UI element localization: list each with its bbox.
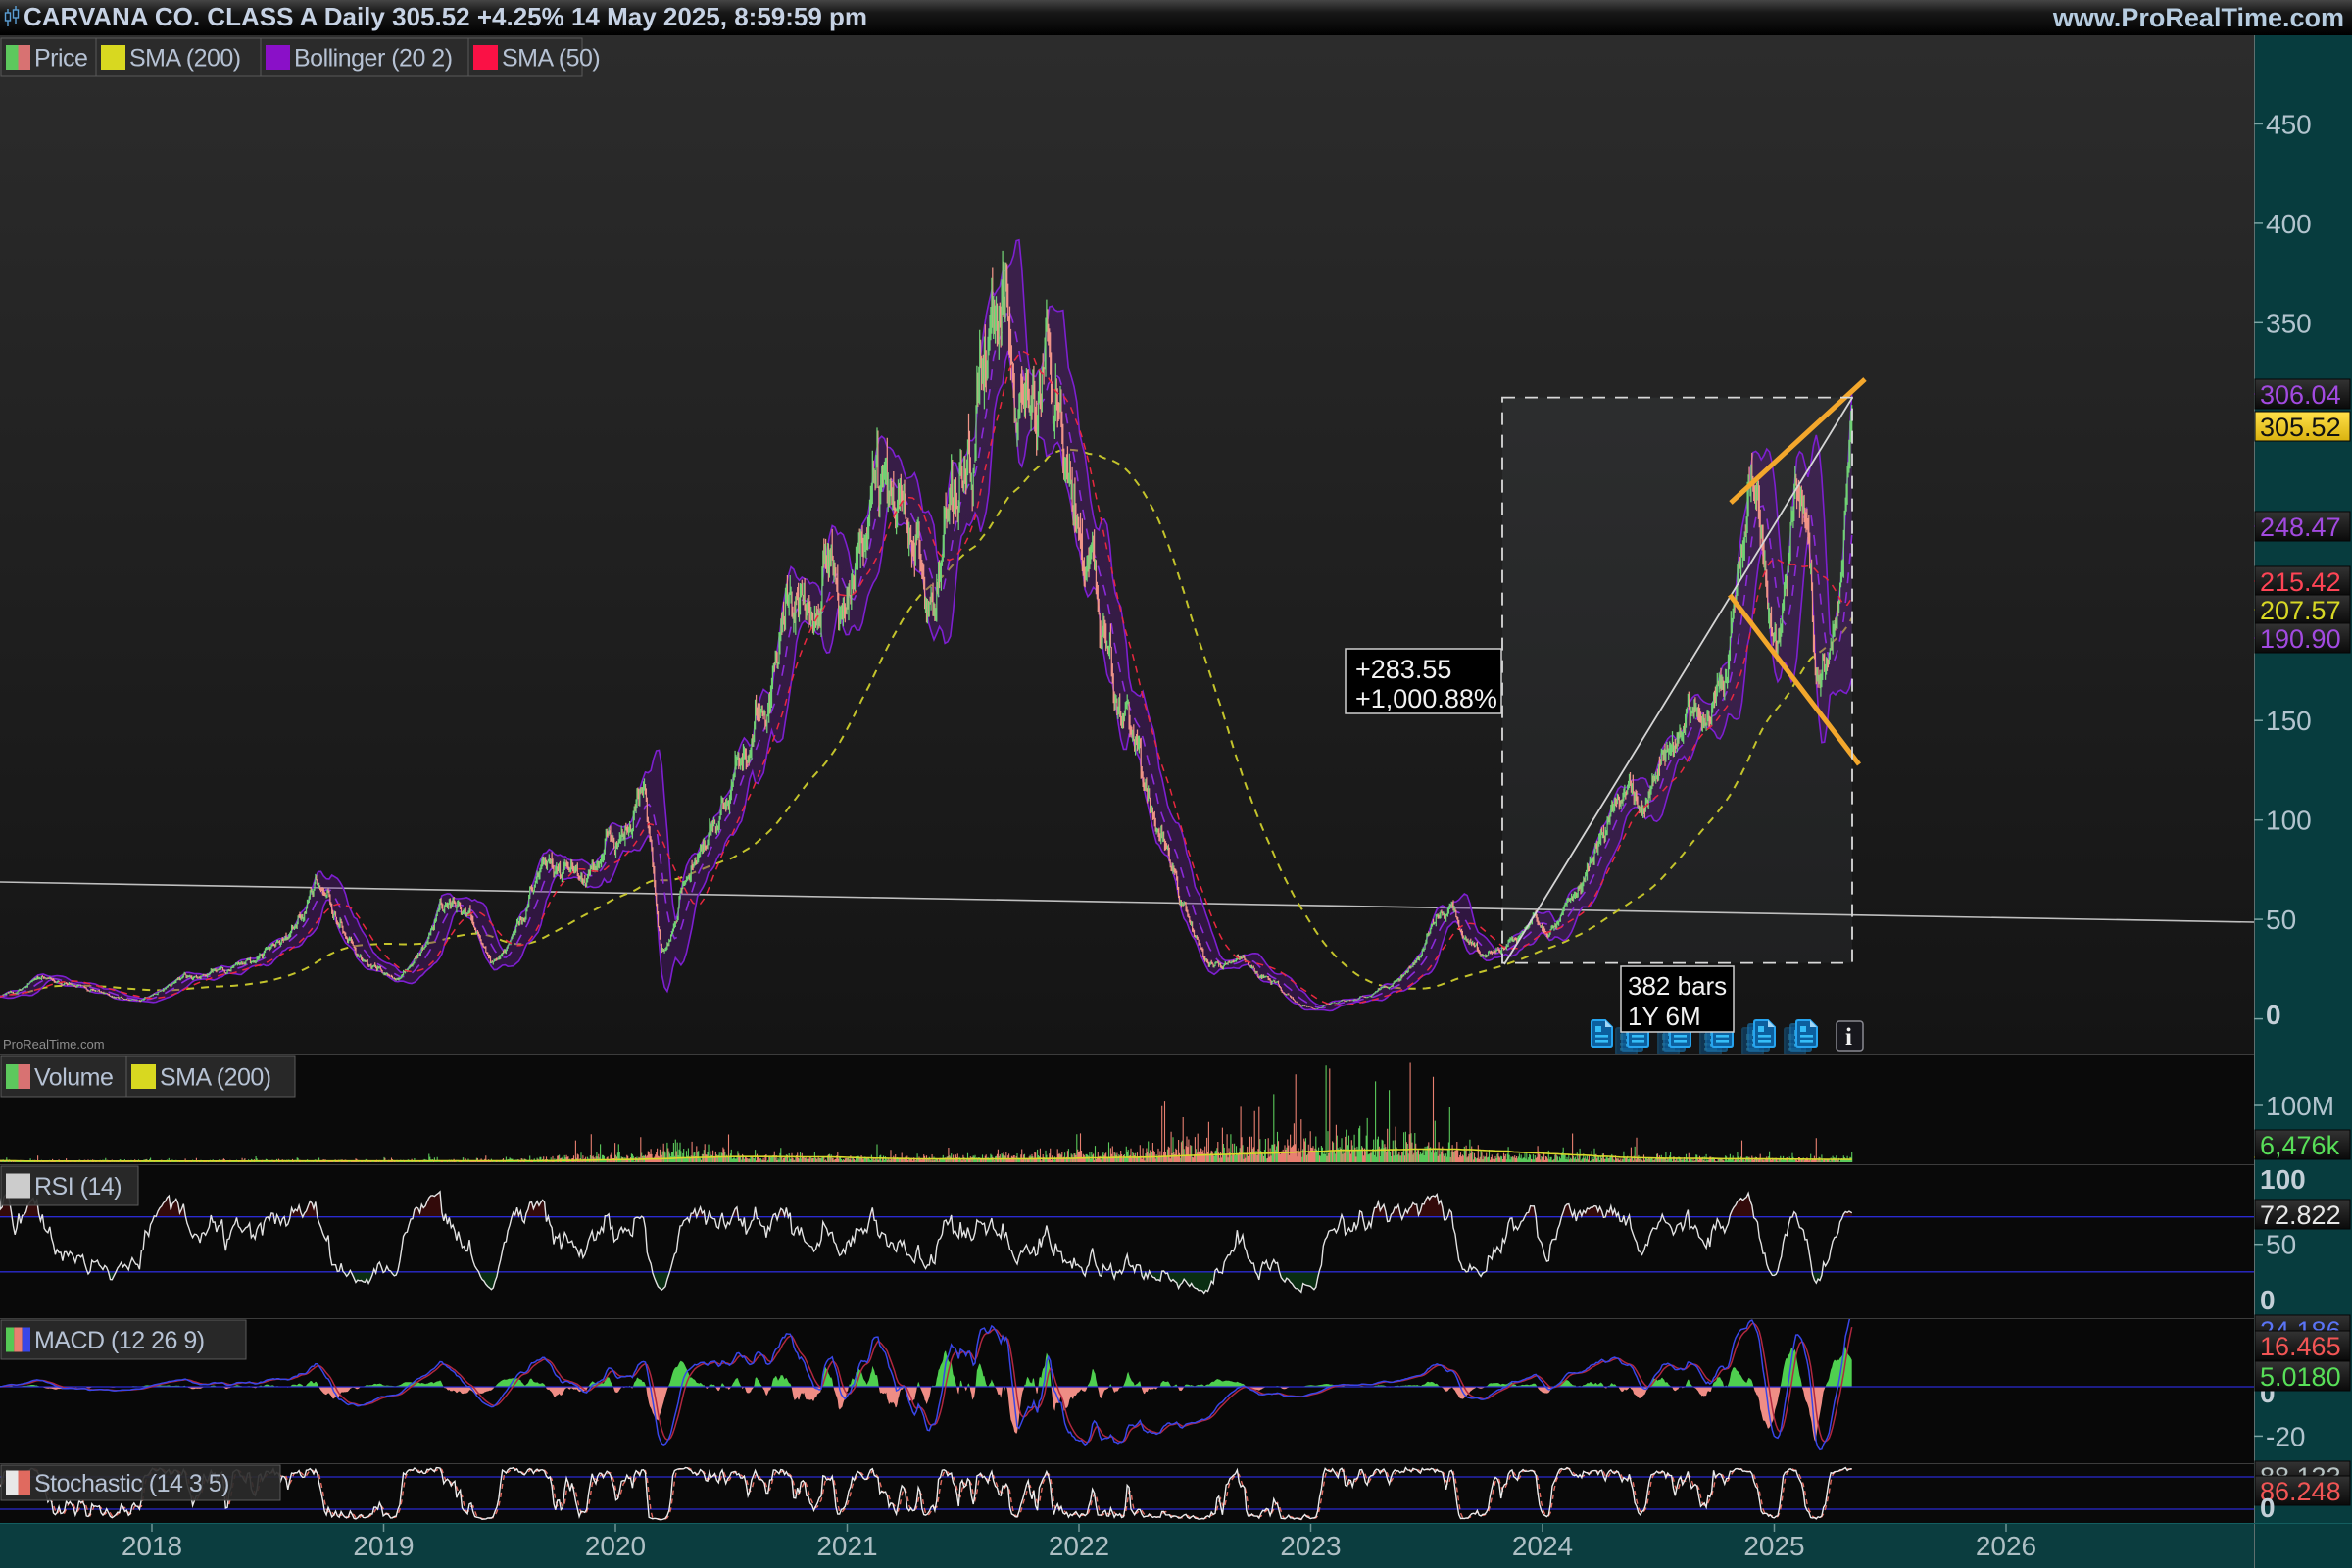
svg-text:305.52: 305.52 bbox=[2260, 413, 2341, 442]
svg-text:1Y 6M: 1Y 6M bbox=[1628, 1002, 1701, 1031]
svg-text:SMA (200): SMA (200) bbox=[160, 1064, 271, 1092]
svg-text:190.90: 190.90 bbox=[2260, 624, 2341, 654]
svg-text:0: 0 bbox=[2266, 1000, 2281, 1030]
svg-text:215.42: 215.42 bbox=[2260, 567, 2341, 597]
svg-text:MACD (12 26 9): MACD (12 26 9) bbox=[34, 1327, 205, 1354]
svg-text:Bollinger (20 2): Bollinger (20 2) bbox=[294, 45, 453, 73]
svg-text:2018: 2018 bbox=[122, 1531, 182, 1561]
svg-text:RSI (14): RSI (14) bbox=[34, 1173, 122, 1200]
svg-text:50: 50 bbox=[2266, 905, 2296, 935]
svg-text:72.822: 72.822 bbox=[2260, 1200, 2341, 1230]
svg-text:400: 400 bbox=[2266, 209, 2312, 239]
svg-text:-20: -20 bbox=[2266, 1421, 2305, 1451]
svg-text:0: 0 bbox=[2260, 1493, 2276, 1523]
svg-text:SMA (200): SMA (200) bbox=[129, 45, 241, 73]
svg-text:350: 350 bbox=[2266, 308, 2312, 338]
svg-text:450: 450 bbox=[2266, 109, 2312, 139]
svg-text:306.04: 306.04 bbox=[2260, 380, 2341, 410]
svg-text:2025: 2025 bbox=[1743, 1531, 1804, 1561]
svg-text:2024: 2024 bbox=[1512, 1531, 1573, 1561]
svg-text:6,476k: 6,476k bbox=[2260, 1131, 2340, 1160]
svg-text:SMA (50): SMA (50) bbox=[502, 45, 600, 73]
svg-text:ProRealTime.com: ProRealTime.com bbox=[3, 1037, 105, 1052]
svg-text:+283.55: +283.55 bbox=[1355, 655, 1451, 684]
svg-text:2023: 2023 bbox=[1280, 1531, 1341, 1561]
svg-text:2021: 2021 bbox=[816, 1531, 877, 1561]
svg-text:100: 100 bbox=[2260, 1164, 2306, 1195]
svg-text:Price: Price bbox=[34, 45, 87, 73]
svg-text:382 bars: 382 bars bbox=[1628, 971, 1727, 1001]
svg-text:+1,000.88%: +1,000.88% bbox=[1355, 684, 1497, 713]
svg-text:207.57: 207.57 bbox=[2260, 596, 2341, 625]
svg-text:100M: 100M bbox=[2266, 1091, 2334, 1121]
svg-text:2019: 2019 bbox=[353, 1531, 414, 1561]
svg-text:Stochastic (14 3 5): Stochastic (14 3 5) bbox=[34, 1470, 229, 1497]
svg-text:Volume: Volume bbox=[34, 1064, 113, 1092]
svg-text:i: i bbox=[1845, 1024, 1852, 1051]
svg-text:2020: 2020 bbox=[585, 1531, 646, 1561]
svg-text:5.0180: 5.0180 bbox=[2260, 1362, 2341, 1392]
svg-text:50: 50 bbox=[2266, 1230, 2296, 1260]
svg-text:248.47: 248.47 bbox=[2260, 513, 2341, 542]
svg-text:0: 0 bbox=[2260, 1285, 2276, 1315]
svg-text:150: 150 bbox=[2266, 706, 2312, 736]
svg-text:2026: 2026 bbox=[1976, 1531, 2036, 1561]
svg-text:www.ProRealTime.com: www.ProRealTime.com bbox=[2052, 3, 2344, 32]
svg-text:16.465: 16.465 bbox=[2260, 1332, 2341, 1361]
svg-text:100: 100 bbox=[2266, 806, 2312, 836]
svg-text:2022: 2022 bbox=[1049, 1531, 1109, 1561]
svg-text:CARVANA CO. CLASS A Daily 305.: CARVANA CO. CLASS A Daily 305.52 +4.25% … bbox=[24, 2, 867, 31]
